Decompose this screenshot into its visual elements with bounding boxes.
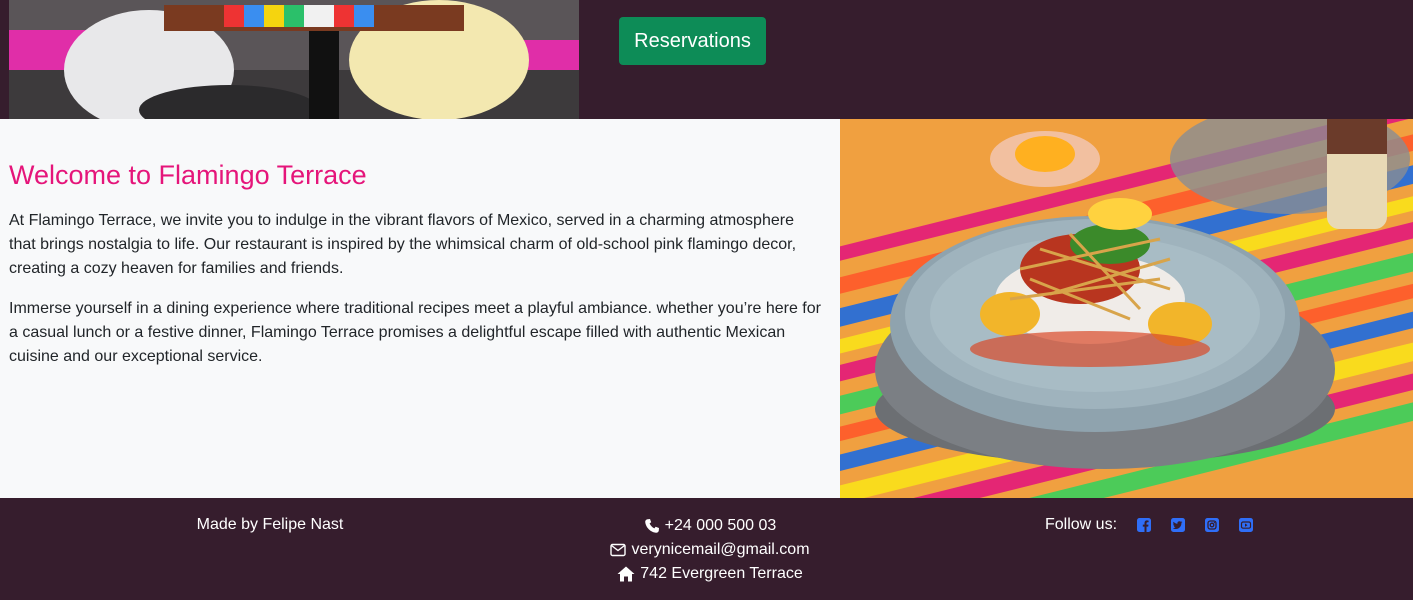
hero-band: Reservations (0, 0, 1413, 119)
welcome-section: Welcome to Flamingo Terrace At Flamingo … (0, 119, 840, 498)
welcome-title: Welcome to Flamingo Terrace (9, 160, 367, 190)
email-line: verynicemail@gmail.com (470, 538, 950, 562)
phone-icon (644, 518, 660, 534)
facebook-icon[interactable] (1137, 518, 1152, 532)
follow-us-label: Follow us: (1045, 516, 1118, 533)
home-icon (617, 566, 635, 582)
envelope-icon (610, 543, 627, 557)
made-by-credit: Made by Felipe Nast (196, 516, 344, 533)
address-text: 742 Evergreen Terrace (640, 565, 803, 582)
email-address[interactable]: verynicemail@gmail.com (631, 541, 809, 559)
instagram-icon[interactable] (1205, 518, 1220, 532)
youtube-icon[interactable] (1239, 518, 1254, 532)
social-links: Follow us: (1045, 516, 1273, 534)
address-line: 742 Evergreen Terrace (470, 562, 950, 586)
contact-info: +24 000 500 03 verynicemail@gmail.com 74… (470, 514, 950, 586)
welcome-paragraph-2: Immerse yourself in a dining experience … (9, 300, 821, 365)
phone-line: +24 000 500 03 (470, 514, 950, 538)
footer: Made by Felipe Nast +24 000 500 03 veryn… (0, 498, 1413, 600)
reservations-button[interactable]: Reservations (619, 17, 766, 65)
food-photo (840, 119, 1413, 498)
hero-photo (9, 0, 579, 119)
phone-number[interactable]: +24 000 500 03 (665, 517, 777, 535)
twitter-icon[interactable] (1171, 518, 1186, 532)
welcome-paragraph-1: At Flamingo Terrace, we invite you to in… (9, 212, 797, 277)
